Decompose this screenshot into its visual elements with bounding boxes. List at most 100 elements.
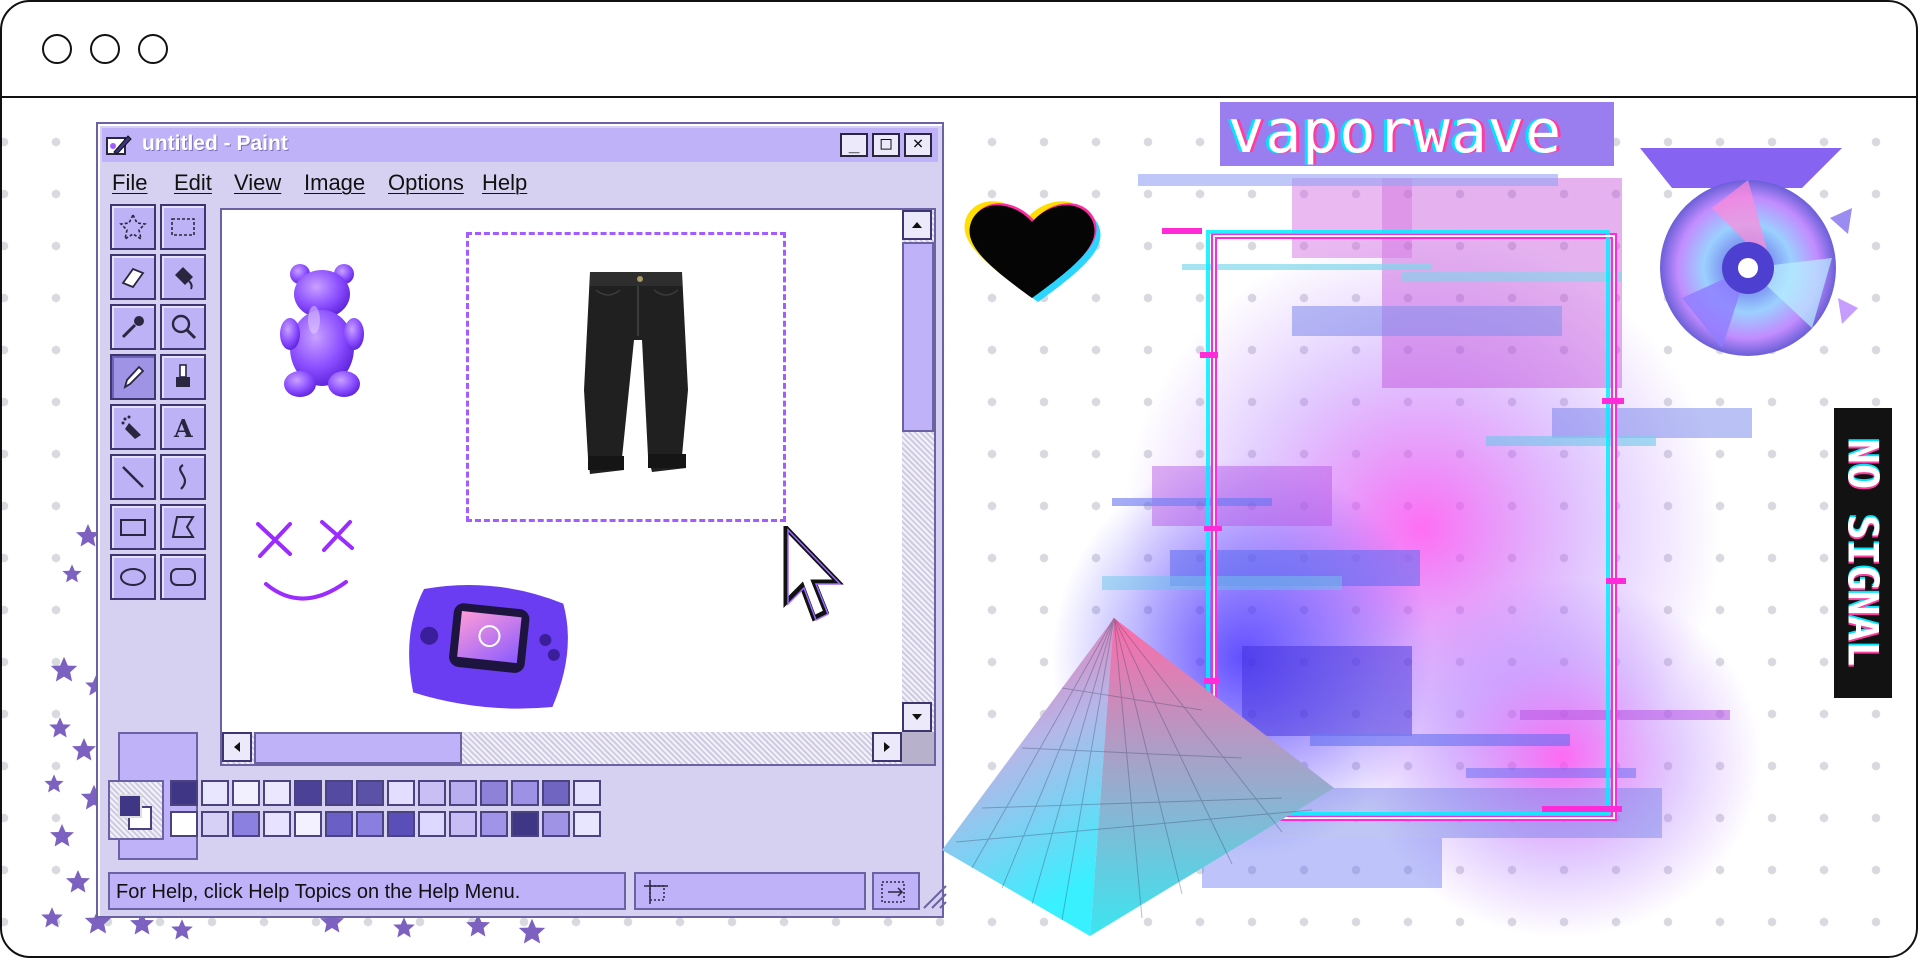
magnifier-icon: [171, 314, 197, 340]
horizontal-scroll-thumb[interactable]: [254, 732, 462, 764]
line-icon: [122, 466, 144, 488]
palette-swatch[interactable]: [511, 811, 539, 837]
polygon-tool[interactable]: [160, 504, 206, 550]
rectangle-icon: [120, 519, 146, 536]
rounded-rect-icon: [170, 568, 196, 586]
scroll-right-button[interactable]: [872, 732, 902, 762]
rectangle-tool[interactable]: [110, 504, 156, 550]
drawing-canvas[interactable]: [222, 210, 902, 732]
palette-swatch[interactable]: [201, 780, 229, 806]
palette-swatch[interactable]: [418, 780, 446, 806]
palette-swatch[interactable]: [232, 780, 260, 806]
collage-content: untitled - Paint _ □ × File Edit View Im…: [2, 98, 1916, 956]
status-bar: For Help, click Help Topics on the Help …: [108, 872, 947, 912]
menu-view[interactable]: View: [234, 170, 281, 196]
close-button[interactable]: ×: [904, 133, 932, 157]
shattered-cd: [1640, 148, 1858, 356]
magnifier-tool[interactable]: [160, 304, 206, 350]
color-picker-icon: [121, 316, 144, 339]
horizontal-scrollbar[interactable]: [222, 732, 902, 764]
palette-swatch[interactable]: [573, 811, 601, 837]
pixel-cursor: [783, 526, 844, 622]
menu-options[interactable]: Options: [388, 170, 464, 196]
palette-swatch[interactable]: [511, 780, 539, 806]
paint-titlebar[interactable]: untitled - Paint _ □ ×: [102, 128, 938, 162]
selection-size-icon: [881, 881, 905, 903]
ellipse-icon: [120, 568, 146, 586]
maximize-button[interactable]: □: [872, 133, 900, 157]
minimize-button[interactable]: _: [840, 133, 868, 157]
browser-window: untitled - Paint _ □ × File Edit View Im…: [0, 0, 1918, 958]
no-signal-text: NO SIGNAL: [1838, 438, 1888, 667]
brush-tool[interactable]: [160, 354, 206, 400]
current-colors[interactable]: [108, 780, 164, 840]
paint-window: untitled - Paint _ □ × File Edit View Im…: [96, 122, 947, 918]
window-control-dot[interactable]: [42, 34, 72, 64]
window-control-dot[interactable]: [138, 34, 168, 64]
scroll-up-button[interactable]: [902, 210, 932, 240]
color-picker-tool[interactable]: [110, 304, 156, 350]
line-tool[interactable]: [110, 454, 156, 500]
gummy-bear: [280, 264, 364, 397]
palette-swatch[interactable]: [325, 811, 353, 837]
svg-text:A: A: [173, 414, 193, 441]
menu-image[interactable]: Image: [304, 170, 365, 196]
black-pants: [584, 272, 688, 474]
glitch-heart: [964, 201, 1101, 302]
palette-swatch[interactable]: [449, 780, 477, 806]
fill-bucket-icon: [175, 267, 193, 290]
palette-swatch[interactable]: [294, 780, 322, 806]
menu-file[interactable]: File: [112, 170, 147, 196]
palette-swatch[interactable]: [356, 780, 384, 806]
free-form-select-tool[interactable]: [110, 204, 156, 250]
scroll-left-button[interactable]: [222, 732, 252, 762]
palette-swatch[interactable]: [573, 780, 601, 806]
glitch-artwork: [942, 148, 1858, 938]
foreground-color-swatch[interactable]: [118, 794, 142, 818]
text-icon: A: [173, 414, 193, 441]
free-form-select-icon: [119, 213, 147, 241]
rect-select-tool[interactable]: [160, 204, 206, 250]
palette-swatch[interactable]: [201, 811, 229, 837]
status-help-text: For Help, click Help Topics on the Help …: [108, 872, 626, 910]
color-palette: [108, 780, 618, 844]
vaporwave-title: vaporwave: [1220, 102, 1614, 166]
menu-help[interactable]: Help: [482, 170, 527, 196]
airbrush-tool[interactable]: [110, 404, 156, 450]
text-tool[interactable]: A: [160, 404, 206, 450]
palette-swatch[interactable]: [480, 780, 508, 806]
window-control-dot[interactable]: [90, 34, 120, 64]
arrow-right-icon: [884, 742, 890, 752]
rounded-rect-tool[interactable]: [160, 554, 206, 600]
palette-swatch[interactable]: [232, 811, 260, 837]
vertical-scrollbar[interactable]: [902, 210, 934, 732]
vertical-scroll-thumb[interactable]: [902, 242, 934, 432]
curve-tool[interactable]: [160, 454, 206, 500]
palette-swatch[interactable]: [387, 811, 415, 837]
fill-bucket-tool[interactable]: [160, 254, 206, 300]
ellipse-tool[interactable]: [110, 554, 156, 600]
palette-swatch[interactable]: [542, 811, 570, 837]
palette-swatch[interactable]: [356, 811, 384, 837]
eraser-tool[interactable]: [110, 254, 156, 300]
scroll-down-button[interactable]: [902, 702, 932, 732]
palette-swatch[interactable]: [480, 811, 508, 837]
menu-edit[interactable]: Edit: [174, 170, 212, 196]
rect-select-icon: [171, 218, 195, 236]
palette-swatch[interactable]: [263, 780, 291, 806]
palette-swatch[interactable]: [449, 811, 477, 837]
cursor-position-icon: [644, 880, 668, 904]
palette-swatch[interactable]: [170, 780, 198, 806]
arrow-left-icon: [234, 742, 240, 752]
palette-swatch[interactable]: [263, 811, 291, 837]
palette-swatch[interactable]: [418, 811, 446, 837]
arrow-down-icon: [912, 714, 922, 720]
palette-swatch[interactable]: [325, 780, 353, 806]
status-cursor-position: [634, 872, 866, 910]
pencil-tool[interactable]: [110, 354, 156, 400]
palette-swatch[interactable]: [542, 780, 570, 806]
palette-swatch[interactable]: [294, 811, 322, 837]
window-title: untitled - Paint: [142, 132, 288, 155]
palette-swatch[interactable]: [170, 811, 198, 837]
palette-swatch[interactable]: [387, 780, 415, 806]
